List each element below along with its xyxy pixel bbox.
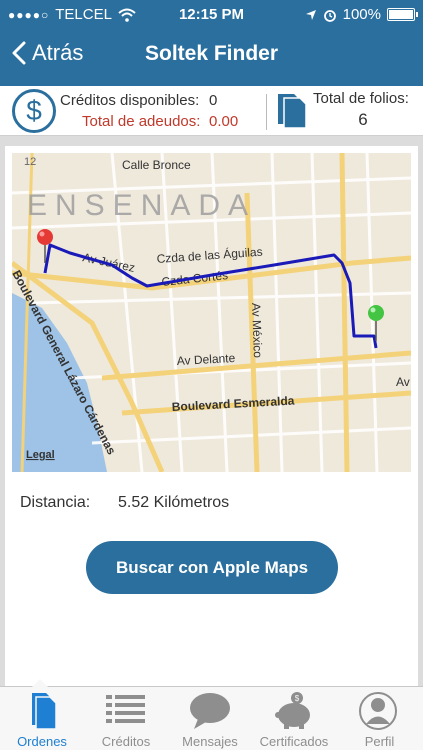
- piggy-bank-icon: $: [275, 692, 310, 729]
- map-canvas[interactable]: ENSENADA 12 Calle Bronce Czda de las Águ…: [12, 153, 411, 472]
- tab-label: Ordenes: [17, 734, 67, 749]
- divider: [266, 94, 267, 130]
- street-mexico: Av México: [249, 303, 265, 359]
- tab-perfil[interactable]: Perfil: [336, 687, 423, 750]
- tab-label: Certificados: [259, 734, 329, 749]
- location-arrow-icon: [305, 9, 316, 20]
- route-card: ENSENADA 12 Calle Bronce Czda de las Águ…: [5, 146, 418, 686]
- documents-icon: [278, 94, 307, 129]
- nav-bar: Atrás Soltek Finder: [0, 36, 423, 76]
- credits-label: Créditos disponibles:: [60, 92, 200, 109]
- tab-label: Créditos: [101, 734, 151, 749]
- city-label: ENSENADA: [27, 189, 256, 222]
- tab-creditos[interactable]: Créditos: [84, 687, 168, 750]
- tab-mensajes[interactable]: Mensajes: [168, 687, 252, 750]
- list-icon: [106, 695, 145, 723]
- street-av-edge: Av: [396, 375, 410, 389]
- top-bar: ●●●●○ TELCEL 12:15 PM 100% Atrás Soltek …: [0, 0, 423, 86]
- tab-label: Perfil: [364, 734, 395, 749]
- status-bar: ●●●●○ TELCEL 12:15 PM 100%: [0, 4, 423, 24]
- corner-number: 12: [24, 156, 36, 168]
- page-title: Soltek Finder: [144, 42, 279, 65]
- debt-value: 0.00: [209, 113, 239, 130]
- tab-label: Mensajes: [182, 734, 238, 749]
- battery-percent: 100%: [342, 6, 381, 23]
- document-icon: [32, 693, 57, 730]
- user-icon: [359, 692, 397, 730]
- dollar-icon: $: [12, 89, 56, 133]
- alarm-icon: [323, 9, 336, 22]
- chat-bubble-icon: [190, 693, 230, 729]
- street-calle-bronce: Calle Bronce: [122, 158, 191, 172]
- distance-label: Distancia:: [20, 494, 91, 511]
- account-summary: $ Créditos disponibles: 0 Total de adeud…: [0, 86, 423, 136]
- distance-value: 5.52 Kilómetros: [118, 494, 230, 511]
- folios-value: 6: [358, 110, 368, 129]
- credits-value: 0: [209, 92, 218, 109]
- apple-maps-button[interactable]: Buscar con Apple Maps: [86, 541, 338, 594]
- tab-ordenes[interactable]: Ordenes: [0, 679, 84, 750]
- route-map[interactable]: ENSENADA 12 Calle Bronce Czda de las Águ…: [12, 153, 411, 472]
- debt-label: Total de adeudos:: [82, 113, 201, 130]
- status-right: 100%: [305, 6, 418, 23]
- folios-label: Total de folios:: [313, 90, 409, 107]
- tab-certificados[interactable]: $ Certificados: [252, 687, 336, 750]
- svg-text:$: $: [295, 694, 300, 703]
- tab-bar: Ordenes Créditos Mensajes $ Certificados…: [0, 679, 423, 750]
- legal-link[interactable]: Legal: [26, 449, 55, 461]
- battery-icon: [387, 8, 418, 21]
